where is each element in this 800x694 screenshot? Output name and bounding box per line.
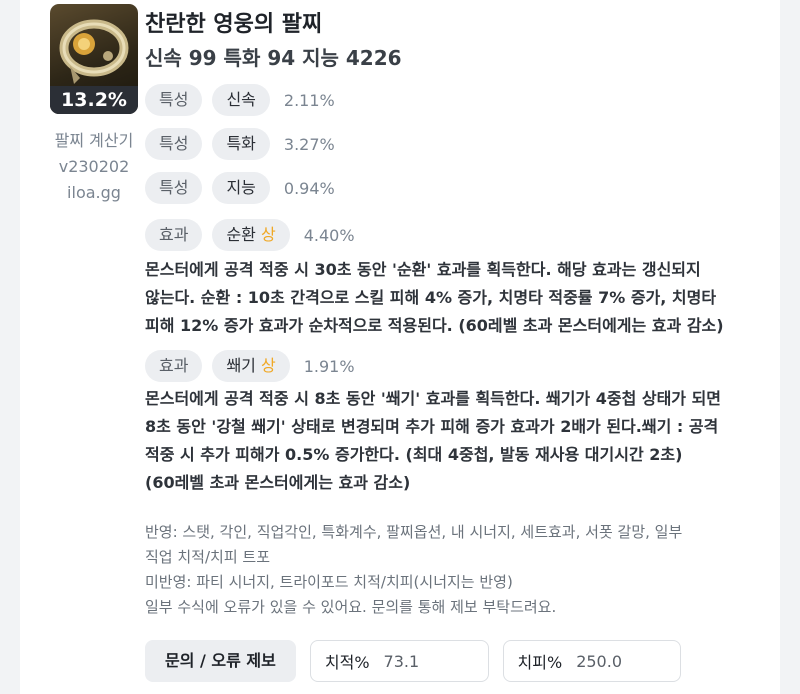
crit-damage-field[interactable]: 치피% 250.0 (502, 640, 682, 682)
row-value: 0.94% (283, 178, 335, 198)
calculation-notes: 반영: 스탯, 각인, 직업각인, 특화계수, 팔찌옵션, 내 시너지, 세트효… (145, 523, 683, 616)
crit-rate-input[interactable]: 73.1 (384, 652, 474, 671)
stat-row-intelligence: 특성 지능 0.94% (145, 172, 335, 204)
crit-rate-field[interactable]: 치적% 73.1 (309, 640, 489, 682)
effect-description-circulation: 몬스터에게 공격 적중 시 30초 동안 '순환' 효과를 획득한다. 해당 효… (145, 260, 724, 335)
row-value: 1.91% (303, 356, 355, 376)
crit-rate-label: 치적% (324, 653, 370, 672)
effect-description-wedge: 몬스터에게 공격 적중 시 8초 동안 '쐐기' 효과를 획득한다. 쐐기가 4… (145, 389, 722, 492)
efficiency-badge: 13.2% (50, 86, 138, 114)
grade-label: 상 (261, 356, 276, 375)
row-value: 2.11% (283, 90, 335, 110)
crit-damage-input[interactable]: 250.0 (576, 652, 666, 671)
row-tag: 특성 (145, 84, 203, 116)
item-title: 찬란한 영웅의 팔찌 (145, 12, 323, 37)
calculator-title: 팔찌 계산기 (54, 131, 134, 150)
effect-row-wedge: 효과 쐐기 상 1.91% (145, 350, 355, 382)
stat-row-specialization: 특성 특화 3.27% (145, 128, 335, 160)
crit-damage-label: 치피% (517, 653, 563, 672)
row-tag: 효과 (145, 219, 203, 251)
item-stats: 신속 99 특화 94 지능 4226 (145, 46, 402, 70)
footer-controls: 문의 / 오류 제보 치적% 73.1 치피% 250.0 (145, 640, 682, 682)
row-option: 순환 상 (212, 219, 290, 251)
grade-label: 상 (261, 225, 276, 244)
row-tag: 효과 (145, 350, 203, 382)
report-button[interactable]: 문의 / 오류 제보 (145, 640, 296, 682)
row-option: 신속 (212, 84, 270, 116)
bracelet-card: 13.2% 팔찌 계산기 v230202 iloa.gg 찬란한 영웅의 팔찌 … (20, 0, 780, 694)
calculator-version: v230202 (58, 157, 130, 176)
row-option: 쐐기 상 (212, 350, 290, 382)
item-summary: 13.2% 팔찌 계산기 v230202 iloa.gg (40, 4, 148, 206)
row-option: 특화 (212, 128, 270, 160)
bracelet-item-icon: 13.2% (50, 4, 138, 114)
row-tag: 특성 (145, 128, 203, 160)
row-value: 3.27% (283, 134, 335, 154)
effect-row-circulation: 효과 순환 상 4.40% (145, 219, 355, 251)
row-option: 지능 (212, 172, 270, 204)
row-tag: 특성 (145, 172, 203, 204)
stat-row-swiftness: 특성 신속 2.11% (145, 84, 335, 116)
calculator-site: iloa.gg (67, 183, 121, 202)
row-value: 4.40% (303, 225, 355, 245)
calculator-info: 팔찌 계산기 v230202 iloa.gg (40, 128, 148, 206)
